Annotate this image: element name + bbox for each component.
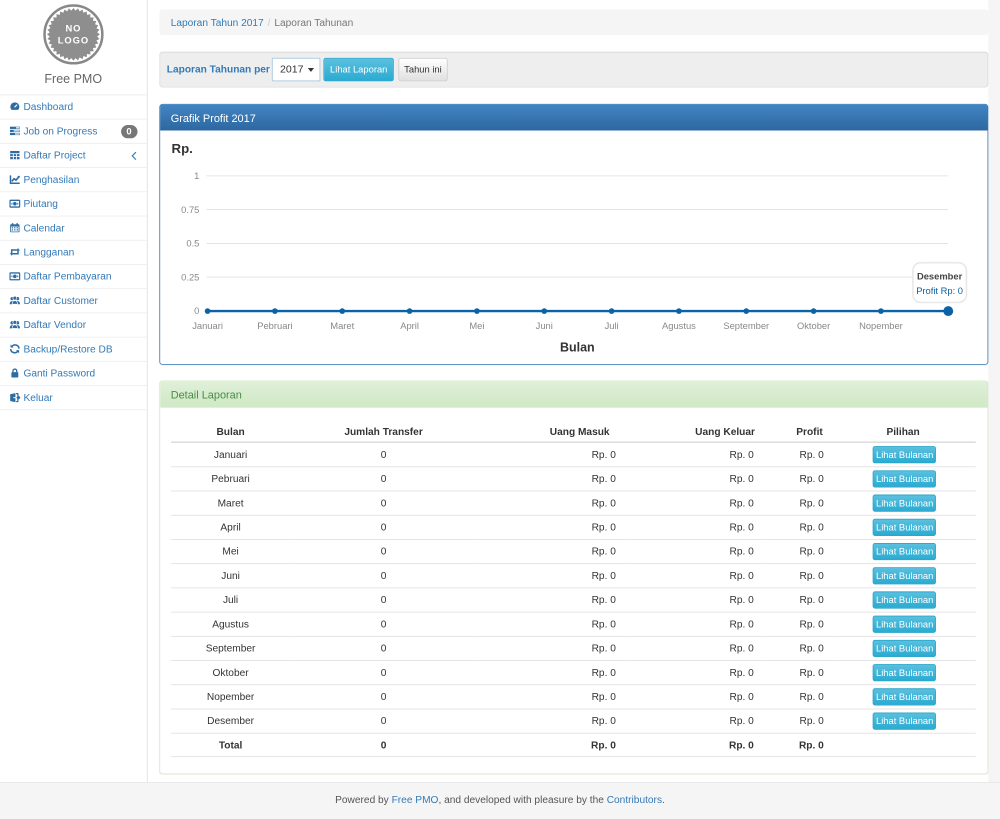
svg-text:Mei: Mei — [469, 321, 484, 331]
svg-text:0: 0 — [194, 306, 199, 316]
svg-text:Nopember: Nopember — [859, 321, 903, 331]
svg-text:LOGO: LOGO — [58, 35, 89, 45]
svg-text:Rp.: Rp. — [171, 141, 192, 156]
svg-text:NO: NO — [65, 24, 81, 34]
svg-text:Profit Rp: 0: Profit Rp: 0 — [916, 286, 963, 296]
svg-text:April: April — [400, 321, 419, 331]
svg-text:Juni: Juni — [535, 321, 552, 331]
svg-text:Agustus: Agustus — [662, 321, 696, 331]
svg-text:Juli: Juli — [604, 321, 618, 331]
svg-text:Maret: Maret — [330, 321, 354, 331]
svg-text:Pebruari: Pebruari — [257, 321, 292, 331]
svg-text:0.5: 0.5 — [186, 239, 199, 249]
svg-text:September: September — [723, 321, 769, 331]
svg-text:1: 1 — [194, 171, 199, 181]
svg-text:0.75: 0.75 — [181, 205, 199, 215]
svg-text:0.25: 0.25 — [181, 273, 199, 283]
svg-text:Januari: Januari — [192, 321, 223, 331]
svg-text:Desember: Desember — [917, 272, 963, 282]
svg-text:Bulan: Bulan — [560, 341, 595, 355]
svg-text:Oktober: Oktober — [797, 321, 830, 331]
